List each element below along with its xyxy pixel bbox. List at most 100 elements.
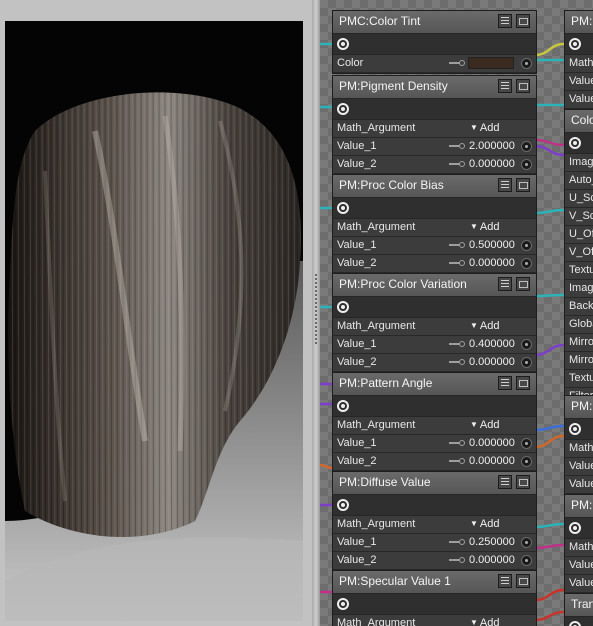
key-icon[interactable]	[449, 440, 467, 447]
node-header[interactable]: PM:Pattern Angle	[333, 373, 536, 396]
key-icon[interactable]	[449, 458, 467, 465]
node-header[interactable]: PM:Diffuse Value	[333, 472, 536, 495]
target-icon[interactable]	[337, 38, 349, 50]
menu-icon[interactable]	[498, 574, 512, 588]
key-icon[interactable]	[449, 161, 467, 168]
panel-splitter[interactable]	[312, 0, 320, 626]
param-row[interactable]: Math_	[565, 55, 593, 73]
param-row[interactable]: Mirror	[565, 352, 593, 370]
param-row[interactable]: Value	[565, 575, 593, 593]
target-icon[interactable]	[569, 38, 581, 50]
shader-node[interactable]: PM:Proc Color Bias Math_Argument Add Value_…	[332, 174, 537, 274]
node-output-row[interactable]	[333, 99, 536, 120]
math-argument-row[interactable]: Math_Argument Add	[333, 516, 536, 534]
socket-icon[interactable]	[521, 159, 532, 170]
connection-wire[interactable]	[534, 144, 565, 157]
socket-icon[interactable]	[521, 456, 532, 467]
node-header[interactable]: PM:Proc Color Bias	[333, 175, 536, 198]
key-icon[interactable]	[449, 60, 467, 67]
shader-node[interactable]: Colo Image Auto_ U_Sc V_Sc U_Of V_Of Textu Image…	[564, 109, 593, 407]
param-row[interactable]: Value	[565, 476, 593, 494]
node-header[interactable]: PM:Proc Color Variation	[333, 274, 536, 297]
collapse-icon[interactable]	[516, 14, 530, 28]
node-header[interactable]: Colo	[565, 110, 593, 133]
node-output-row[interactable]	[565, 34, 593, 55]
param-row[interactable]: Value_2 0.000000	[333, 255, 536, 273]
param-value[interactable]: 0.000000	[469, 158, 515, 170]
param-row[interactable]: Textu	[565, 262, 593, 280]
target-icon[interactable]	[569, 522, 581, 534]
key-icon[interactable]	[449, 341, 467, 348]
socket-icon[interactable]	[521, 537, 532, 548]
node-header[interactable]: PMC:Color Tint	[333, 11, 536, 34]
key-icon[interactable]	[449, 143, 467, 150]
param-row[interactable]: Value_2 0.000000	[333, 354, 536, 372]
param-row[interactable]: Backg	[565, 298, 593, 316]
connection-wire[interactable]	[534, 42, 565, 57]
node-output-row[interactable]	[333, 297, 536, 318]
param-row[interactable]: Globa	[565, 316, 593, 334]
param-row[interactable]: U_Sc	[565, 190, 593, 208]
key-icon[interactable]	[449, 539, 467, 546]
key-icon[interactable]	[449, 242, 467, 249]
connection-wire[interactable]	[320, 463, 333, 470]
collapse-icon[interactable]	[516, 79, 530, 93]
param-row[interactable]: Value_2 0.000000	[333, 453, 536, 471]
node-output-row[interactable]	[333, 495, 536, 516]
socket-icon[interactable]	[521, 258, 532, 269]
param-row[interactable]: Math_	[565, 440, 593, 458]
math-operation-dropdown[interactable]: Add	[470, 122, 500, 134]
node-output-row[interactable]	[565, 617, 593, 626]
socket-icon[interactable]	[521, 438, 532, 449]
math-argument-row[interactable]: Math_Argument Add	[333, 219, 536, 237]
param-row[interactable]: Mirror	[565, 334, 593, 352]
shader-node[interactable]: PMC:Color Tint Color	[332, 10, 537, 74]
shader-node[interactable]: PM:U Math_ Value Value	[564, 10, 593, 110]
param-value[interactable]: 0.000000	[469, 455, 515, 467]
param-row[interactable]: Textu	[565, 370, 593, 388]
socket-icon[interactable]	[521, 141, 532, 152]
target-icon[interactable]	[569, 423, 581, 435]
socket-icon[interactable]	[521, 240, 532, 251]
param-value[interactable]: 2.000000	[469, 140, 515, 152]
connection-wire[interactable]	[534, 610, 565, 622]
param-row[interactable]: U_Of	[565, 226, 593, 244]
collapse-icon[interactable]	[516, 277, 530, 291]
shader-node[interactable]: Tran	[564, 593, 593, 626]
menu-icon[interactable]	[498, 475, 512, 489]
socket-icon[interactable]	[521, 555, 532, 566]
param-row[interactable]: Value_2 0.000000	[333, 156, 536, 174]
shader-node[interactable]: PM:Diffuse Value Math_Argument Add Value_1 0…	[332, 471, 537, 571]
param-value[interactable]: 0.500000	[469, 239, 515, 251]
connection-wire[interactable]	[534, 208, 565, 215]
collapse-icon[interactable]	[516, 376, 530, 390]
target-icon[interactable]	[337, 499, 349, 511]
menu-icon[interactable]	[498, 277, 512, 291]
socket-icon[interactable]	[521, 58, 532, 69]
target-icon[interactable]	[337, 400, 349, 412]
connection-wire[interactable]	[534, 522, 565, 529]
node-header[interactable]: PM:U	[565, 11, 593, 34]
math-operation-dropdown[interactable]: Add	[470, 419, 500, 431]
connection-wire[interactable]	[534, 343, 565, 357]
node-header[interactable]: PM:C	[565, 495, 593, 518]
param-row[interactable]: Value_1 0.000000	[333, 435, 536, 453]
param-row[interactable]: Image	[565, 154, 593, 172]
connection-wire[interactable]	[534, 543, 565, 550]
key-icon[interactable]	[449, 557, 467, 564]
node-header[interactable]: Tran	[565, 594, 593, 617]
math-operation-dropdown[interactable]: Add	[470, 518, 500, 530]
key-icon[interactable]	[449, 260, 467, 267]
target-icon[interactable]	[337, 598, 349, 610]
menu-icon[interactable]	[498, 178, 512, 192]
param-row[interactable]: Value_1 0.400000	[333, 336, 536, 354]
socket-icon[interactable]	[521, 357, 532, 368]
node-output-row[interactable]	[565, 133, 593, 154]
param-row[interactable]: Auto_	[565, 172, 593, 190]
connection-wire[interactable]	[534, 424, 565, 432]
param-row[interactable]: Value	[565, 91, 593, 109]
param-row[interactable]: Value_1 0.500000	[333, 237, 536, 255]
shader-node[interactable]: PM:C Math_ Value Value	[564, 494, 593, 594]
math-operation-dropdown[interactable]: Add	[470, 617, 500, 626]
target-icon[interactable]	[337, 103, 349, 115]
